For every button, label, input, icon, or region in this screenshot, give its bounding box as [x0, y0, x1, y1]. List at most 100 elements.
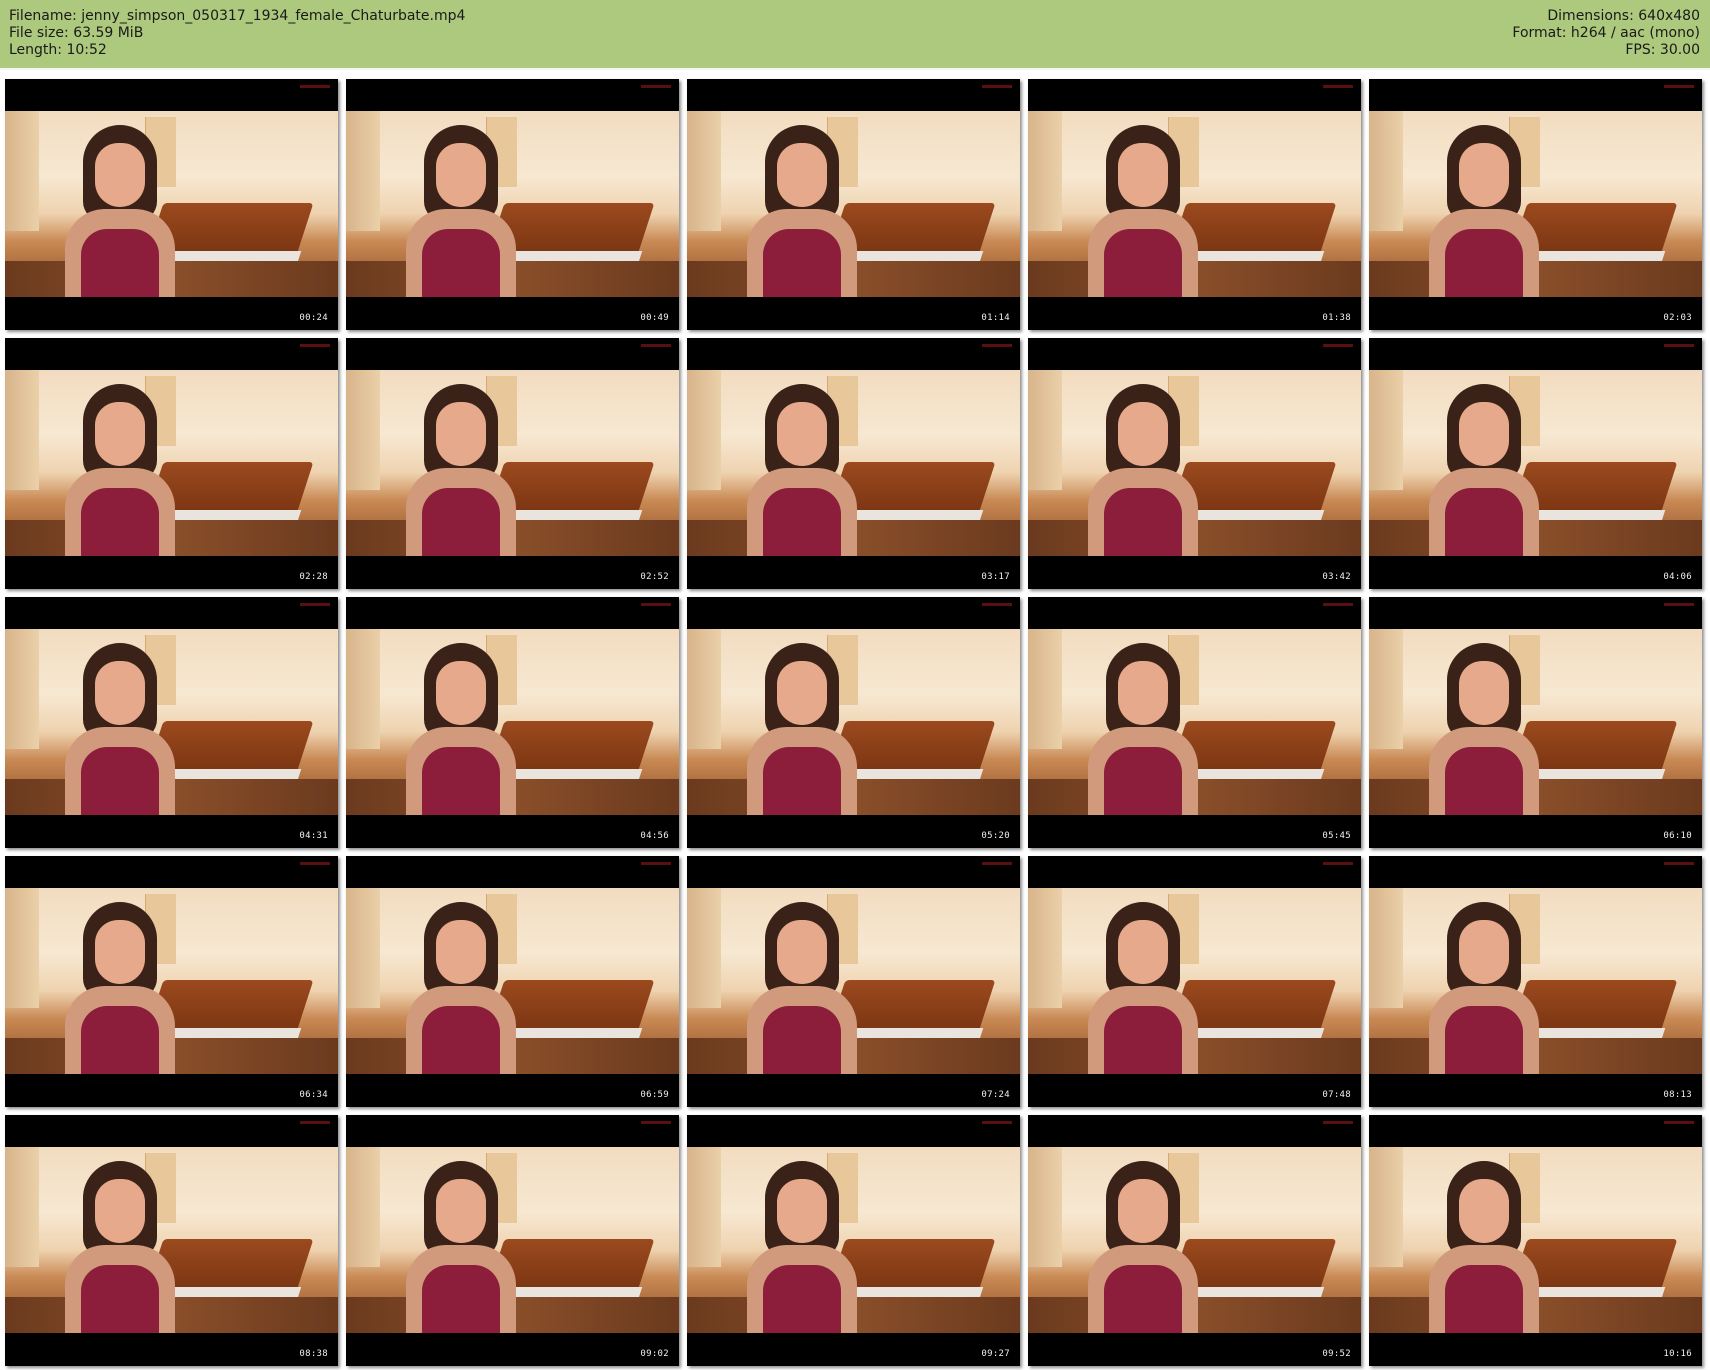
- length-text: Length: 10:52: [9, 42, 107, 58]
- timestamp-label: 09:02: [640, 1349, 669, 1359]
- watermark-logo: [982, 603, 1012, 606]
- thumbnail[interactable]: 07:48: [1028, 856, 1361, 1107]
- thumbnail[interactable]: 08:13: [1369, 856, 1702, 1107]
- file-info: Filename: jenny_simpson_050317_1934_fema…: [9, 8, 465, 59]
- thumbnail[interactable]: 06:10: [1369, 597, 1702, 848]
- format-text: Format: h264 / aac (mono): [1512, 25, 1700, 41]
- watermark-logo: [1664, 344, 1694, 347]
- thumbnail[interactable]: 04:06: [1369, 338, 1702, 589]
- fps-text: FPS: 30.00: [1625, 42, 1700, 58]
- timestamp-label: 02:03: [1663, 313, 1692, 323]
- video-frame: [687, 1147, 1020, 1333]
- thumbnail-grid: 00:24 00:49 01:14 01:38 02:03 02:28 02:5…: [5, 79, 1702, 1366]
- timestamp-label: 08:13: [1663, 1090, 1692, 1100]
- timestamp-label: 03:17: [981, 572, 1010, 582]
- thumbnail[interactable]: 03:17: [687, 338, 1020, 589]
- timestamp-label: 06:59: [640, 1090, 669, 1100]
- watermark-logo: [1323, 1121, 1353, 1124]
- video-frame: [687, 629, 1020, 815]
- thumbnail[interactable]: 04:31: [5, 597, 338, 848]
- timestamp-label: 00:49: [640, 313, 669, 323]
- timestamp-label: 07:24: [981, 1090, 1010, 1100]
- watermark-logo: [1664, 85, 1694, 88]
- video-frame: [346, 888, 679, 1074]
- watermark-logo: [300, 1121, 330, 1124]
- video-frame: [1028, 629, 1361, 815]
- video-frame: [687, 888, 1020, 1074]
- thumbnail[interactable]: 00:49: [346, 79, 679, 330]
- thumbnail[interactable]: 01:38: [1028, 79, 1361, 330]
- watermark-logo: [1323, 344, 1353, 347]
- timestamp-label: 08:38: [299, 1349, 328, 1359]
- thumbnail[interactable]: 08:38: [5, 1115, 338, 1366]
- timestamp-label: 06:10: [1663, 831, 1692, 841]
- watermark-logo: [982, 344, 1012, 347]
- thumbnail[interactable]: 05:45: [1028, 597, 1361, 848]
- video-frame: [687, 111, 1020, 297]
- timestamp-label: 03:42: [1322, 572, 1351, 582]
- watermark-logo: [1664, 1121, 1694, 1124]
- thumbnail[interactable]: 05:20: [687, 597, 1020, 848]
- video-frame: [1369, 1147, 1702, 1333]
- thumbnail[interactable]: 09:02: [346, 1115, 679, 1366]
- watermark-logo: [982, 1121, 1012, 1124]
- thumbnail[interactable]: 04:56: [346, 597, 679, 848]
- video-frame: [1369, 111, 1702, 297]
- thumbnail[interactable]: 00:24: [5, 79, 338, 330]
- timestamp-label: 04:31: [299, 831, 328, 841]
- video-frame: [5, 629, 338, 815]
- filename-text: Filename: jenny_simpson_050317_1934_fema…: [9, 8, 466, 24]
- video-frame: [1028, 888, 1361, 1074]
- thumbnail[interactable]: 03:42: [1028, 338, 1361, 589]
- video-frame: [1369, 370, 1702, 556]
- thumbnail[interactable]: 09:27: [687, 1115, 1020, 1366]
- watermark-logo: [1664, 603, 1694, 606]
- watermark-logo: [300, 344, 330, 347]
- filesize-text: File size: 63.59 MiB: [9, 25, 144, 41]
- watermark-logo: [641, 344, 671, 347]
- watermark-logo: [982, 862, 1012, 865]
- thumbnail[interactable]: 02:03: [1369, 79, 1702, 330]
- watermark-logo: [641, 1121, 671, 1124]
- timestamp-label: 04:06: [1663, 572, 1692, 582]
- timestamp-label: 04:56: [640, 831, 669, 841]
- thumbnail[interactable]: 09:52: [1028, 1115, 1361, 1366]
- timestamp-label: 05:20: [981, 831, 1010, 841]
- watermark-logo: [1664, 862, 1694, 865]
- timestamp-label: 01:38: [1322, 313, 1351, 323]
- video-frame: [1028, 370, 1361, 556]
- dimensions-text: Dimensions: 640x480: [1547, 8, 1700, 24]
- video-frame: [1028, 111, 1361, 297]
- video-frame: [346, 370, 679, 556]
- watermark-logo: [1323, 85, 1353, 88]
- video-frame: [346, 1147, 679, 1333]
- timestamp-label: 05:45: [1322, 831, 1351, 841]
- timestamp-label: 10:16: [1663, 1349, 1692, 1359]
- timestamp-label: 02:28: [299, 572, 328, 582]
- thumbnail[interactable]: 02:28: [5, 338, 338, 589]
- thumbnail[interactable]: 01:14: [687, 79, 1020, 330]
- thumbnail[interactable]: 06:59: [346, 856, 679, 1107]
- watermark-logo: [641, 603, 671, 606]
- video-frame: [5, 1147, 338, 1333]
- thumbnail[interactable]: 10:16: [1369, 1115, 1702, 1366]
- watermark-logo: [1323, 603, 1353, 606]
- video-frame: [5, 888, 338, 1074]
- video-frame: [346, 629, 679, 815]
- thumbnail[interactable]: 06:34: [5, 856, 338, 1107]
- timestamp-label: 02:52: [640, 572, 669, 582]
- watermark-logo: [1323, 862, 1353, 865]
- timestamp-label: 07:48: [1322, 1090, 1351, 1100]
- timestamp-label: 09:52: [1322, 1349, 1351, 1359]
- video-info: Dimensions: 640x480 Format: h264 / aac (…: [1512, 8, 1700, 59]
- video-frame: [1028, 1147, 1361, 1333]
- video-frame: [1369, 888, 1702, 1074]
- thumbnail[interactable]: 02:52: [346, 338, 679, 589]
- thumbnail[interactable]: 07:24: [687, 856, 1020, 1107]
- watermark-logo: [641, 862, 671, 865]
- timestamp-label: 09:27: [981, 1349, 1010, 1359]
- watermark-logo: [641, 85, 671, 88]
- timestamp-label: 01:14: [981, 313, 1010, 323]
- watermark-logo: [300, 85, 330, 88]
- video-frame: [5, 111, 338, 297]
